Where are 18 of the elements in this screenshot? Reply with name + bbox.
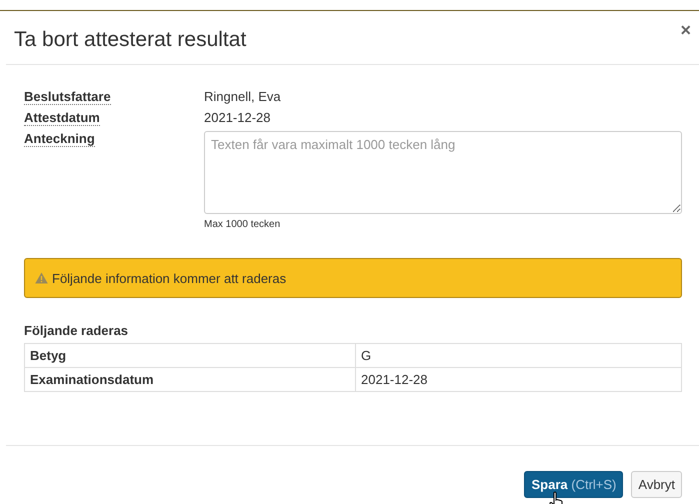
warning-icon bbox=[35, 272, 48, 284]
close-button[interactable]: × bbox=[680, 21, 691, 39]
field-label: Anteckning bbox=[24, 131, 95, 147]
alert-text: Följande information kommer att raderas bbox=[52, 270, 286, 286]
field-label: Attestdatum bbox=[24, 110, 100, 126]
section-heading: Följande raderas bbox=[24, 323, 130, 338]
dialog-title: Ta bort attesterat resultat bbox=[14, 28, 246, 52]
field-value: Ringnell, Eva bbox=[204, 89, 281, 104]
note-field[interactable]: Texten får vara maximalt 1000 tecken lång bbox=[204, 131, 682, 214]
table-cell: 2021-12-28 bbox=[356, 368, 682, 392]
hint-text: Max 1000 tecken bbox=[204, 219, 282, 230]
save-button[interactable]: Spara (Ctrl+S) bbox=[524, 471, 624, 498]
table-cell: Examinationsdatum bbox=[24, 368, 356, 392]
field-value: 2021-12-28 bbox=[204, 110, 270, 125]
table-cell: G bbox=[356, 344, 682, 368]
field-label: Beslutsfattare bbox=[24, 89, 111, 105]
table-cell: Betyg bbox=[24, 344, 356, 368]
cancel-button[interactable]: Avbryt bbox=[631, 471, 682, 498]
